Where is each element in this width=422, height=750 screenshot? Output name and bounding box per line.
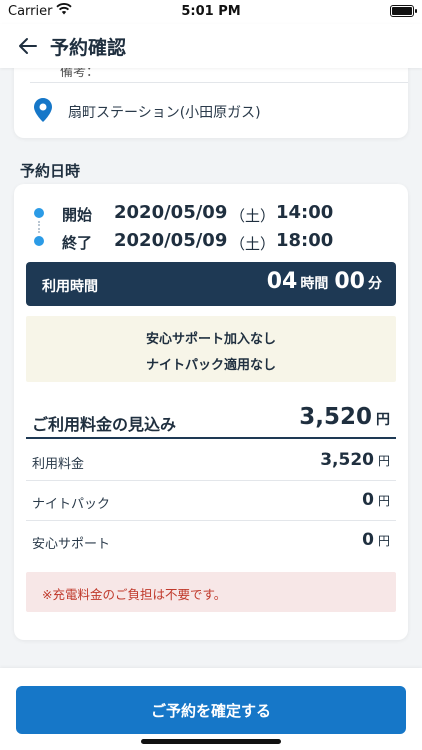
clock: 5:01 PM — [181, 4, 241, 19]
fee-amount: 0 — [362, 530, 374, 550]
currency-label: 円 — [377, 534, 390, 548]
navigation-bar: 予約確認 — [0, 24, 422, 68]
estimate-total-value: 3,520 — [299, 404, 372, 430]
divider — [26, 437, 396, 439]
home-indicator — [141, 739, 281, 744]
end-dot-icon — [34, 236, 44, 246]
start-weekday: （土） — [230, 207, 276, 225]
fee-label: 利用料金 — [32, 457, 85, 472]
content-scroll[interactable]: 備考： 扇町ステーション(小田原ガス) 予約日時 開始 2020/05/09 （… — [0, 68, 422, 668]
end-time: 18:00 — [276, 230, 334, 251]
divider — [30, 82, 408, 83]
fee-row-support: 安心サポート 0円 — [26, 521, 396, 561]
end-label: 終了 — [62, 234, 93, 252]
alert-text: ※充電料金のご負担は不要です。 — [42, 587, 227, 602]
fee-amount: 0 — [362, 490, 374, 510]
start-label: 開始 — [62, 206, 93, 224]
currency-label: 円 — [377, 494, 390, 508]
station-card: 備考： 扇町ステーション(小田原ガス) — [14, 68, 408, 138]
end-weekday: （土） — [230, 235, 276, 253]
fee-value: 3,520 円 — [320, 450, 390, 470]
option-notice: 安心サポート加入なし ナイトパック適用なし — [26, 316, 396, 382]
fee-value: 0円 — [362, 530, 390, 550]
footer: ご予約を確定する — [0, 668, 422, 750]
fee-label: ナイトパック — [32, 497, 111, 512]
start-time: 14:00 — [276, 202, 334, 223]
support-notice: 安心サポート加入なし — [145, 332, 276, 347]
usage-minutes-unit: 分 — [368, 276, 382, 292]
usage-hours: 04 — [266, 269, 298, 294]
fee-value: 0円 — [362, 490, 390, 510]
usage-minutes: 00 — [334, 269, 365, 294]
status-bar: Carrier 5:01 PM — [0, 0, 422, 24]
start-date: 2020/05/09 — [114, 202, 228, 223]
fee-row-nightpack: ナイトパック 0円 — [26, 481, 396, 521]
reservation-card: 開始 2020/05/09 （土） 14:00 終了 2020/05/09 （土… — [14, 184, 408, 640]
location-pin-icon — [34, 98, 52, 126]
usage-time-value: 04 時間 00 分 — [267, 269, 382, 294]
usage-time-bar: 利用時間 04 時間 00 分 — [26, 262, 396, 306]
nightpack-notice: ナイトパック適用なし — [145, 358, 276, 373]
currency-label: 円 — [376, 412, 390, 428]
charging-fee-alert: ※充電料金のご負担は不要です。 — [26, 572, 396, 612]
fee-label: 安心サポート — [32, 537, 111, 552]
usage-hours-unit: 時間 — [300, 276, 329, 292]
start-dot-icon — [34, 208, 44, 218]
usage-time-label: 利用時間 — [42, 279, 98, 295]
back-arrow-icon[interactable] — [16, 34, 40, 58]
end-date: 2020/05/09 — [114, 230, 228, 251]
fee-amount: 3,520 — [320, 450, 374, 470]
estimate-total: 3,520 円 — [299, 404, 390, 430]
fee-row-usage: 利用料金 3,520 円 — [26, 441, 396, 481]
currency-label: 円 — [377, 454, 390, 468]
section-title-reservation: 予約日時 — [20, 162, 81, 180]
timeline-connector — [38, 221, 40, 233]
confirm-reservation-button[interactable]: ご予約を確定する — [16, 686, 406, 734]
estimate-title: ご利用料金の見込み — [32, 415, 177, 434]
remarks-label: 備考： — [60, 68, 100, 80]
page-title: 予約確認 — [50, 37, 127, 59]
battery-icon — [390, 5, 417, 17]
station-name: 扇町ステーション(小田原ガス) — [68, 105, 261, 121]
